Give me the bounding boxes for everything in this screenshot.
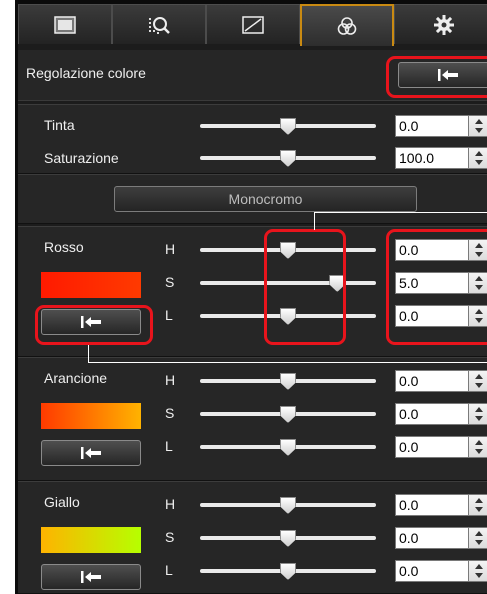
color-swatch [41,527,141,553]
reset-arrow-icon [81,571,101,583]
color-group-reset-button[interactable] [41,309,141,335]
channel-label: S [165,274,175,290]
channel-value-field[interactable]: 0.0 [395,494,469,516]
color-group-section: Arancione H 0.0 S 0.0 L 0.0 [18,357,487,481]
color-swatch [41,403,141,429]
slider-thumb[interactable] [280,150,296,167]
settings-gear-icon [434,14,454,35]
channel-spinner[interactable] [469,370,487,392]
channel-slider[interactable] [200,439,376,456]
section-title: Regolazione colore [26,65,146,81]
slider-thumb[interactable] [280,308,296,325]
slider-thumb[interactable] [280,497,296,514]
channel-value-field[interactable]: 0.0 [395,239,469,261]
color-swatch [41,272,141,298]
slider-thumb[interactable] [280,406,296,423]
channel-spinner[interactable] [469,436,487,458]
color-adjustment-panel: Regolazione colore Tinta 0.0 Saturazione… [15,0,487,594]
channel-spinner[interactable] [469,305,487,327]
channel-slider[interactable] [200,497,376,514]
channel-value-field[interactable]: 0.0 [395,436,469,458]
tab-color-adjustment[interactable] [300,4,394,46]
channel-label: S [165,405,175,421]
channel-label: H [165,496,176,512]
reset-arrow-icon [438,69,458,81]
reset-all-button[interactable] [398,62,487,88]
slider-thumb[interactable] [280,373,296,390]
color-adjustment-icon [337,17,357,35]
channel-spinner[interactable] [469,272,487,294]
saturation-slider[interactable] [200,150,376,167]
global-adjustment-section: Tinta 0.0 Saturazione 100.0 [18,104,487,174]
color-group-reset-button[interactable] [41,440,141,466]
channel-spinner[interactable] [469,494,487,516]
color-group-name: Rosso [44,239,84,255]
color-group-name: Arancione [44,370,108,386]
channel-value-field[interactable]: 0.0 [395,370,469,392]
hue-slider[interactable] [200,118,376,135]
slider-thumb[interactable] [280,439,296,456]
color-group-name: Giallo [44,494,80,510]
channel-value-field[interactable]: 5.0 [395,272,469,294]
channel-spinner[interactable] [469,527,487,549]
tool-tab-bar [18,0,487,46]
channel-slider[interactable] [200,563,376,580]
channel-label: H [165,241,176,257]
channel-label: L [165,307,173,323]
slider-thumb[interactable] [280,563,296,580]
reset-arrow-icon [81,447,101,459]
color-group-section: Giallo H 0.0 S 0.0 L 0.0 [18,481,487,594]
channel-label: S [165,529,175,545]
channel-value-field[interactable]: 0.0 [395,527,469,549]
channel-label: H [165,372,176,388]
color-group-section: Rosso H 0.0 S 5.0 L 0.0 [18,226,487,357]
hue-spinner[interactable] [469,115,487,137]
channel-value-field[interactable]: 0.0 [395,403,469,425]
channel-slider[interactable] [200,275,376,292]
channel-spinner[interactable] [469,560,487,582]
detail-zoom-icon [149,16,170,34]
hue-label: Tinta [44,117,75,133]
color-adjustment-header: Regolazione colore [18,50,487,101]
channel-value-field[interactable]: 0.0 [395,560,469,582]
saturation-value-field[interactable]: 100.0 [395,147,469,169]
color-group-reset-button[interactable] [41,564,141,590]
saturation-spinner[interactable] [469,147,487,169]
slider-thumb[interactable] [280,118,296,135]
channel-slider[interactable] [200,242,376,259]
slider-thumb[interactable] [329,275,346,292]
channel-label: L [165,438,173,454]
channel-label: L [165,562,173,578]
saturation-label: Saturazione [44,150,119,166]
hue-value-field[interactable]: 0.0 [395,115,469,137]
slider-thumb[interactable] [280,242,296,259]
channel-slider[interactable] [200,308,376,325]
tab-settings[interactable] [394,4,487,44]
tab-tone-curve[interactable] [206,4,300,44]
tab-detail-zoom[interactable] [112,4,206,44]
reset-arrow-icon [81,316,101,328]
channel-slider[interactable] [200,373,376,390]
tab-basic-adjustment[interactable] [18,4,112,44]
basic-adjustment-icon [54,15,76,34]
channel-spinner[interactable] [469,403,487,425]
channel-slider[interactable] [200,406,376,423]
monochrome-button[interactable]: Monocromo [114,186,417,212]
channel-spinner[interactable] [469,239,487,261]
channel-slider[interactable] [200,530,376,547]
channel-value-field[interactable]: 0.0 [395,305,469,327]
slider-thumb[interactable] [280,530,296,547]
tone-curve-icon [242,15,264,34]
